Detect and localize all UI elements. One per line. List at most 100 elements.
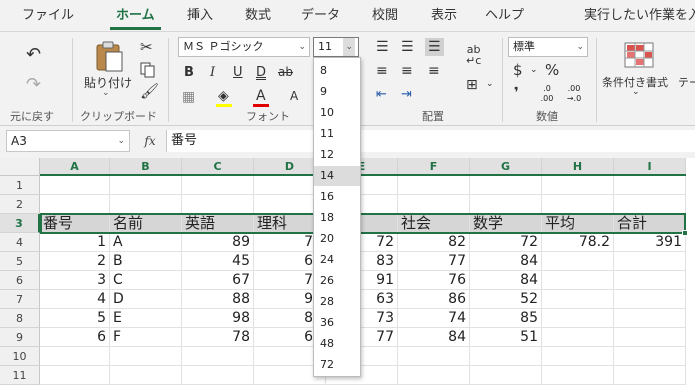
cell-g8[interactable]: 85 xyxy=(470,309,542,328)
cell-a8[interactable]: 5 xyxy=(40,309,110,328)
cell-b9[interactable]: F xyxy=(110,328,182,347)
cell-g5[interactable]: 84 xyxy=(470,252,542,271)
cell-h6[interactable] xyxy=(542,271,614,290)
comma-style-button[interactable]: ❜ xyxy=(514,86,519,100)
cell-b1[interactable] xyxy=(110,176,182,195)
decrease-decimal-button[interactable]: .00 →.0 xyxy=(562,84,586,106)
double-underline-button[interactable]: D xyxy=(256,66,266,79)
cell-a6[interactable]: 3 xyxy=(40,271,110,290)
cell-i3[interactable]: 合計 xyxy=(614,214,686,233)
cell-f11[interactable] xyxy=(398,366,470,385)
undo-icon[interactable]: ↶ xyxy=(26,46,41,64)
cell-c7[interactable]: 88 xyxy=(182,290,254,309)
font-name-combo[interactable]: ＭＳ Ｐゴシック ⌄ xyxy=(178,37,310,57)
chevron-down-icon[interactable]: ⌄ xyxy=(343,38,355,56)
cell-i2[interactable] xyxy=(614,195,686,214)
font-size-option-11[interactable]: 11 xyxy=(314,124,360,144)
chevron-down-icon[interactable]: ⌄ xyxy=(486,80,494,89)
tab-review[interactable]: 校閲 xyxy=(372,0,398,32)
font-size-option-20[interactable]: 20 xyxy=(314,229,360,249)
underline-button[interactable]: U xyxy=(233,66,243,79)
cell-i10[interactable] xyxy=(614,347,686,366)
tab-formulas[interactable]: 数式 xyxy=(245,0,271,32)
cell-b7[interactable]: D xyxy=(110,290,182,309)
paste-button[interactable]: 貼り付け ⌄ xyxy=(82,38,134,100)
cell-a4[interactable]: 1 xyxy=(40,233,110,252)
row-header-8[interactable]: 8 xyxy=(0,309,40,328)
cell-c6[interactable]: 67 xyxy=(182,271,254,290)
font-size-option-36[interactable]: 36 xyxy=(314,313,360,333)
cell-f8[interactable]: 74 xyxy=(398,309,470,328)
wrap-text-icon[interactable]: ab ↵c xyxy=(466,44,481,66)
align-right-icon[interactable]: ≡ xyxy=(428,64,440,78)
row-header-9[interactable]: 9 xyxy=(0,328,40,347)
conditional-format-icon[interactable] xyxy=(624,42,654,68)
align-center-icon[interactable]: ≡ xyxy=(401,64,413,78)
row-header-11[interactable]: 11 xyxy=(0,366,40,385)
chevron-down-icon[interactable]: ⌄ xyxy=(632,88,640,97)
cell-c2[interactable] xyxy=(182,195,254,214)
cell-f10[interactable] xyxy=(398,347,470,366)
cell-c3[interactable]: 英語 xyxy=(182,214,254,233)
tab-help[interactable]: ヘルプ xyxy=(485,0,524,32)
cell-b10[interactable] xyxy=(110,347,182,366)
cell-h11[interactable] xyxy=(542,366,614,385)
italic-button[interactable]: I xyxy=(210,66,215,79)
row-header-10[interactable]: 10 xyxy=(0,347,40,366)
select-all-corner[interactable] xyxy=(0,158,40,176)
cell-c4[interactable]: 89 xyxy=(182,233,254,252)
cell-h8[interactable] xyxy=(542,309,614,328)
name-box[interactable]: A3 ⌄ xyxy=(6,130,130,152)
tab-file[interactable]: ファイル xyxy=(22,0,74,32)
format-as-table-label[interactable]: テー xyxy=(678,74,695,90)
cell-a2[interactable] xyxy=(40,195,110,214)
font-size-option-16[interactable]: 16 xyxy=(314,187,360,207)
percent-button[interactable]: % xyxy=(545,63,559,78)
align-middle-icon[interactable]: ☰ xyxy=(401,40,414,54)
cell-c5[interactable]: 45 xyxy=(182,252,254,271)
cell-g2[interactable] xyxy=(470,195,542,214)
font-size-option-28[interactable]: 28 xyxy=(314,292,360,312)
cell-i11[interactable] xyxy=(614,366,686,385)
cell-a5[interactable]: 2 xyxy=(40,252,110,271)
cell-b2[interactable] xyxy=(110,195,182,214)
tab-view[interactable]: 表示 xyxy=(431,0,457,32)
cell-g7[interactable]: 52 xyxy=(470,290,542,309)
row-header-3[interactable]: 3 xyxy=(0,214,40,233)
cell-c10[interactable] xyxy=(182,347,254,366)
cell-b11[interactable] xyxy=(110,366,182,385)
formula-input[interactable]: 番号 xyxy=(166,130,695,152)
cell-f1[interactable] xyxy=(398,176,470,195)
cell-a7[interactable]: 4 xyxy=(40,290,110,309)
borders-icon[interactable]: ▦ xyxy=(182,90,195,104)
grow-font-button[interactable]: A xyxy=(290,90,298,102)
increase-decimal-button[interactable]: .0 .00 xyxy=(536,84,558,106)
cell-a11[interactable] xyxy=(40,366,110,385)
font-color-button[interactable]: A xyxy=(256,89,266,103)
font-size-option-9[interactable]: 9 xyxy=(314,82,360,102)
cell-f3[interactable]: 社会 xyxy=(398,214,470,233)
cell-b5[interactable]: B xyxy=(110,252,182,271)
cell-f2[interactable] xyxy=(398,195,470,214)
cell-c9[interactable]: 78 xyxy=(182,328,254,347)
cell-f6[interactable]: 76 xyxy=(398,271,470,290)
cell-b6[interactable]: C xyxy=(110,271,182,290)
cell-f9[interactable]: 84 xyxy=(398,328,470,347)
strikethrough-button[interactable]: ab xyxy=(278,66,293,78)
cell-i6[interactable] xyxy=(614,271,686,290)
cell-f4[interactable]: 82 xyxy=(398,233,470,252)
copy-icon[interactable] xyxy=(140,62,156,78)
font-size-combo[interactable]: 11 ⌄ xyxy=(313,37,359,57)
cell-h9[interactable] xyxy=(542,328,614,347)
font-size-option-26[interactable]: 26 xyxy=(314,271,360,291)
font-size-option-24[interactable]: 24 xyxy=(314,250,360,270)
cell-b3[interactable]: 名前 xyxy=(110,214,182,233)
cell-h4[interactable]: 78.2 xyxy=(542,233,614,252)
cell-g3[interactable]: 数学 xyxy=(470,214,542,233)
align-top-icon[interactable]: ☰ xyxy=(376,40,389,54)
font-size-option-14[interactable]: 14 xyxy=(314,166,360,186)
cell-h5[interactable] xyxy=(542,252,614,271)
row-header-4[interactable]: 4 xyxy=(0,233,40,252)
row-header-7[interactable]: 7 xyxy=(0,290,40,309)
font-size-option-12[interactable]: 12 xyxy=(314,145,360,165)
